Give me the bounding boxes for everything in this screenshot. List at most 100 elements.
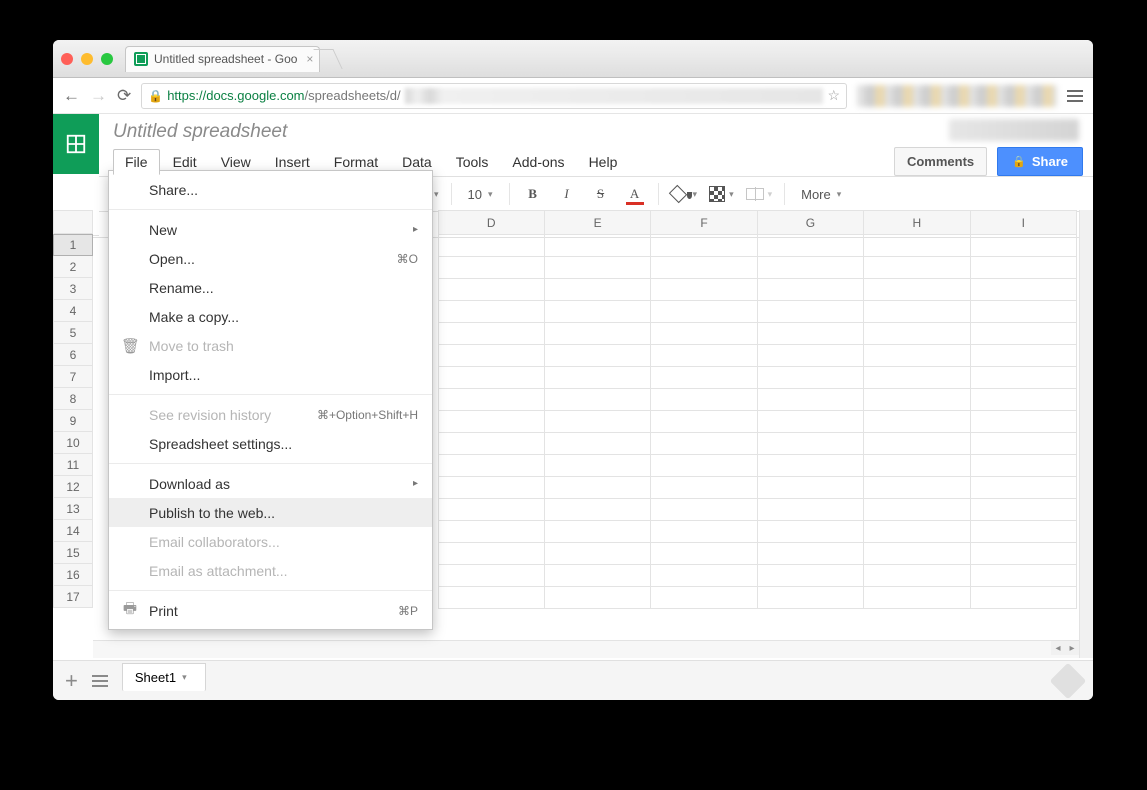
cell[interactable] [651,543,757,565]
cell[interactable] [864,389,970,411]
menu-item-share[interactable]: Share... [109,175,432,204]
cell[interactable] [651,235,757,257]
row-header[interactable]: 5 [53,322,93,344]
col-header[interactable]: I [970,211,1076,235]
cell[interactable] [438,323,544,345]
cell[interactable] [438,477,544,499]
cell[interactable] [757,521,863,543]
horizontal-scrollbar[interactable]: ◂ ▸ [93,640,1079,658]
cell[interactable] [970,587,1076,609]
explore-button[interactable] [1050,662,1087,699]
cell[interactable] [864,477,970,499]
row-header[interactable]: 12 [53,476,93,498]
cell[interactable] [544,587,650,609]
cell[interactable] [757,301,863,323]
cell[interactable] [438,433,544,455]
cell[interactable] [864,411,970,433]
sheet-menu-caret-icon[interactable]: ▾ [182,672,187,683]
text-color-button[interactable]: A [624,186,646,202]
cell[interactable] [651,455,757,477]
cell[interactable] [970,235,1076,257]
cell[interactable] [438,565,544,587]
add-sheet-button[interactable]: + [65,668,78,694]
cell[interactable] [757,411,863,433]
document-title[interactable]: Untitled spreadsheet [113,121,287,143]
row-header[interactable]: 8 [53,388,93,410]
cell[interactable] [970,323,1076,345]
cell[interactable] [651,345,757,367]
cell[interactable] [757,257,863,279]
close-tab-icon[interactable]: × [306,52,313,66]
row-header[interactable]: 11 [53,454,93,476]
cell[interactable] [544,301,650,323]
comments-button[interactable]: Comments [894,147,987,176]
row-header[interactable]: 2 [53,256,93,278]
cell[interactable] [544,455,650,477]
cell[interactable] [757,543,863,565]
cell[interactable] [438,279,544,301]
cell[interactable] [864,257,970,279]
cell[interactable] [864,543,970,565]
cell[interactable] [757,367,863,389]
cell[interactable] [757,587,863,609]
cell[interactable] [438,235,544,257]
select-all-corner[interactable] [53,210,93,234]
menu-item-open[interactable]: Open...⌘O [109,244,432,273]
row-header[interactable]: 6 [53,344,93,366]
cell[interactable] [757,455,863,477]
menu-item-download-as[interactable]: Download as▸ [109,469,432,498]
cell[interactable] [544,345,650,367]
more-toolbar-button[interactable]: More▾ [797,185,845,204]
close-window-button[interactable] [61,53,73,65]
cell[interactable] [651,367,757,389]
cell[interactable] [970,565,1076,587]
cell[interactable] [757,565,863,587]
cell[interactable] [864,279,970,301]
row-header[interactable]: 16 [53,564,93,586]
cell[interactable] [544,367,650,389]
cell[interactable] [544,499,650,521]
cell[interactable] [544,543,650,565]
cell[interactable] [864,521,970,543]
font-dropdown-caret[interactable]: ▾ [434,189,439,200]
menu-item-make-copy[interactable]: Make a copy... [109,302,432,331]
cell[interactable] [970,433,1076,455]
fill-color-button[interactable]: ▾ [671,187,698,201]
menu-addons[interactable]: Add-ons [501,150,575,174]
cell[interactable] [970,389,1076,411]
share-button[interactable]: 🔒 Share [997,147,1083,176]
cell[interactable] [651,389,757,411]
menu-item-rename[interactable]: Rename... [109,273,432,302]
cell[interactable] [757,323,863,345]
cell[interactable] [544,235,650,257]
menu-help[interactable]: Help [578,150,629,174]
col-header[interactable]: E [544,211,650,235]
cell[interactable] [864,235,970,257]
row-header[interactable]: 15 [53,542,93,564]
cell[interactable] [864,301,970,323]
cell[interactable] [651,433,757,455]
zoom-window-button[interactable] [101,53,113,65]
browser-tab[interactable]: Untitled spreadsheet - Goo × [125,46,320,72]
row-header[interactable]: 1 [53,234,93,256]
row-header[interactable]: 17 [53,586,93,608]
col-header[interactable]: G [757,211,863,235]
cell[interactable] [970,543,1076,565]
cell[interactable] [864,323,970,345]
cell[interactable] [970,521,1076,543]
row-header[interactable]: 7 [53,366,93,388]
cell[interactable] [757,499,863,521]
cell[interactable] [438,301,544,323]
cell[interactable] [970,279,1076,301]
cell[interactable] [757,389,863,411]
col-header[interactable]: D [438,211,544,235]
menu-file[interactable]: File [113,149,160,175]
cell[interactable] [651,279,757,301]
cell[interactable] [757,279,863,301]
sheet-tab[interactable]: Sheet1 ▾ [122,663,206,691]
cell[interactable] [438,389,544,411]
cell[interactable] [544,257,650,279]
cell[interactable] [970,455,1076,477]
row-header[interactable]: 9 [53,410,93,432]
cell[interactable] [438,521,544,543]
